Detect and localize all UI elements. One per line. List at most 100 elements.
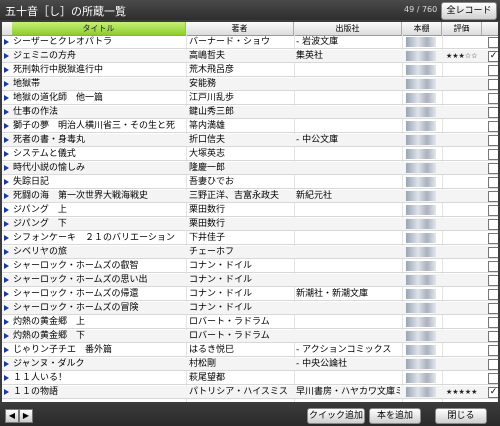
table-row[interactable]: 失踪日記 吾妻ひでお xyxy=(2,176,498,189)
table-row[interactable]: １１人いる！ 萩尾望都 xyxy=(2,372,498,385)
row-arrow-icon[interactable] xyxy=(4,193,9,199)
table-row[interactable]: １１の物語 パトリシア・ハイスミス早川書房・ハヤカワ文庫ミステ ★★★★★ ✓ xyxy=(2,386,498,399)
row-checkbox[interactable] xyxy=(488,359,498,370)
table-row[interactable]: 時代小説の愉しみ 隆慶一郎 xyxy=(2,162,498,175)
row-arrow-icon[interactable] xyxy=(4,389,9,395)
row-checkbox[interactable] xyxy=(488,331,498,342)
reference-blurred xyxy=(406,261,436,271)
column-header-reference[interactable]: 本棚 xyxy=(402,22,442,35)
table-row[interactable]: 獅子の夢 明治人横川省三・その生と死 箒内満雄 xyxy=(2,120,498,133)
row-checkbox[interactable] xyxy=(488,93,498,104)
row-checkbox[interactable] xyxy=(488,79,498,90)
row-checkbox[interactable] xyxy=(488,373,498,384)
row-arrow-icon[interactable] xyxy=(4,249,9,255)
row-arrow-icon[interactable] xyxy=(4,53,9,59)
table-row[interactable]: シベリヤの旅 チェーホフ xyxy=(2,246,498,259)
row-arrow-icon[interactable] xyxy=(4,221,9,227)
column-header-publisher[interactable]: 出版社 xyxy=(294,22,402,35)
column-header-title[interactable]: タイトル xyxy=(12,22,186,35)
next-icon[interactable]: ▶ xyxy=(19,409,33,423)
row-checkbox[interactable] xyxy=(488,37,498,48)
row-checkbox[interactable] xyxy=(488,219,498,230)
row-arrow-icon[interactable] xyxy=(4,277,9,283)
book-rating xyxy=(446,344,486,356)
row-checkbox[interactable] xyxy=(488,121,498,132)
row-arrow-icon[interactable] xyxy=(4,123,9,129)
table-row[interactable]: 仕事の作法 鍵山秀三郎 xyxy=(2,106,498,119)
row-arrow-icon[interactable] xyxy=(4,361,9,367)
table-row[interactable]: 地獄の道化師 他一篇 江戸川乱歩 xyxy=(2,92,498,105)
table-row[interactable]: 死闘の海 第一次世界大戦海戦史 三野正洋、吉富永政夫 新紀元社 xyxy=(2,190,498,203)
row-arrow-icon[interactable] xyxy=(4,235,9,241)
row-arrow-icon[interactable] xyxy=(4,151,9,157)
table-row[interactable]: 灼熱の黄金郷 下 ロバート・ラドラム xyxy=(2,330,498,343)
quick-add-button[interactable]: クイック追加 xyxy=(307,408,365,424)
table-row[interactable]: ジャンヌ・ダルク 村松剛 - 中央公論社 xyxy=(2,358,498,371)
prev-icon[interactable]: ◀ xyxy=(5,409,19,423)
row-arrow-icon[interactable] xyxy=(4,95,9,101)
row-arrow-icon[interactable] xyxy=(4,109,9,115)
row-arrow-icon[interactable] xyxy=(4,67,9,73)
row-checkbox[interactable] xyxy=(488,107,498,118)
row-arrow-icon[interactable] xyxy=(4,263,9,269)
row-arrow-icon[interactable] xyxy=(4,333,9,339)
row-checkbox[interactable] xyxy=(488,135,498,146)
row-checkbox[interactable] xyxy=(488,191,498,202)
row-arrow-icon[interactable] xyxy=(4,39,9,45)
table-row[interactable]: システムと儀式 大塚英志 xyxy=(2,148,498,161)
row-checkbox[interactable] xyxy=(488,289,498,300)
table-row[interactable]: シャーロック・ホームズの帰還 コナン・ドイル 新潮社・新潮文庫 xyxy=(2,288,498,301)
row-checkbox[interactable] xyxy=(488,275,498,286)
table-row[interactable]: ジパング 下 栗田数行 xyxy=(2,218,498,231)
book-title: 獅子の夢 明治人横川省三・その生と死 xyxy=(13,121,176,131)
book-title: 灼熱の黄金郷 下 xyxy=(13,331,86,341)
row-checkbox[interactable] xyxy=(488,163,498,174)
row-checkbox[interactable] xyxy=(488,233,498,244)
row-arrow-icon[interactable] xyxy=(4,81,9,87)
row-checkbox[interactable]: ✓ xyxy=(488,51,498,62)
row-arrow-icon[interactable] xyxy=(4,375,9,381)
book-rating xyxy=(446,246,486,258)
row-checkbox[interactable] xyxy=(488,247,498,258)
close-button[interactable]: 閉じる xyxy=(435,408,487,424)
book-title: ジパング 上 xyxy=(13,205,67,215)
table-row[interactable]: じゃりン子チエ 番外篇 はるき悦巳 - アクションコミックス xyxy=(2,344,498,357)
table-row[interactable]: シーザーとクレオパトラ バーナード・ショウ - 岩波文庫 xyxy=(2,36,498,49)
row-checkbox[interactable] xyxy=(488,65,498,76)
column-header-author[interactable]: 著者 xyxy=(186,22,294,35)
book-publisher xyxy=(296,218,400,230)
table-row[interactable]: シフォンケーキ ２１のバリエーション 下井佳子 xyxy=(2,232,498,245)
row-arrow-icon[interactable] xyxy=(4,291,9,297)
book-rating xyxy=(446,148,486,160)
table-row[interactable]: 死刑執行中脱獄進行中 荒木飛呂彦 xyxy=(2,64,498,77)
book-author: 隆慶一郎 xyxy=(189,163,226,173)
table-row[interactable]: 死者の書・身毒丸 折口信夫 - 中公文庫 xyxy=(2,134,498,147)
row-checkbox[interactable] xyxy=(488,261,498,272)
row-arrow-icon[interactable] xyxy=(4,319,9,325)
row-checkbox[interactable] xyxy=(488,303,498,314)
row-checkbox[interactable] xyxy=(488,149,498,160)
table-row[interactable]: シャーロック・ホームズの冒険 コナン・ドイル xyxy=(2,302,498,315)
row-arrow-icon[interactable] xyxy=(4,207,9,213)
row-checkbox[interactable]: ✓ xyxy=(488,387,498,398)
row-checkbox[interactable] xyxy=(488,317,498,328)
row-checkbox[interactable] xyxy=(488,345,498,356)
all-records-button[interactable]: 全レコード xyxy=(441,2,497,20)
add-book-button[interactable]: 本を追加 xyxy=(369,408,421,424)
table-row[interactable]: ジェミニの方舟 高嶋哲夫 集英社 ★★★☆☆ ✓ xyxy=(2,50,498,63)
row-arrow-icon[interactable] xyxy=(4,305,9,311)
book-publisher: - 中央公論社 xyxy=(296,359,348,369)
column-header-rating[interactable]: 評価 xyxy=(442,22,482,35)
row-arrow-icon[interactable] xyxy=(4,137,9,143)
table-row[interactable]: ジパング 上 栗田数行 xyxy=(2,204,498,217)
book-title: 仕事の作法 xyxy=(13,107,59,117)
table-row[interactable]: シャーロック・ホームズの叡智 コナン・ドイル xyxy=(2,260,498,273)
table-row[interactable]: シャーロック・ホームズの思い出 コナン・ドイル xyxy=(2,274,498,287)
row-arrow-icon[interactable] xyxy=(4,179,9,185)
row-arrow-icon[interactable] xyxy=(4,347,9,353)
row-arrow-icon[interactable] xyxy=(4,165,9,171)
table-row[interactable]: 灼熱の黄金郷 上 ロバート・ラドラム xyxy=(2,316,498,329)
row-checkbox[interactable] xyxy=(488,205,498,216)
row-checkbox[interactable] xyxy=(488,177,498,188)
table-row[interactable]: 地獄帯 安能務 xyxy=(2,78,498,91)
